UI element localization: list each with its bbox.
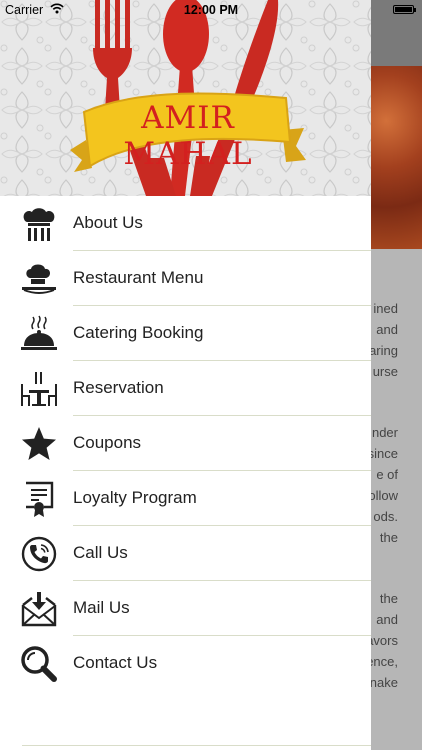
text-line: ods.	[373, 509, 398, 524]
background-text: ined and aring urse nder since e of ollo…	[371, 298, 398, 693]
text-line: avors	[371, 633, 398, 648]
text-line: the	[379, 530, 398, 545]
search-icon	[20, 645, 58, 683]
status-bar: Carrier 12:00 PM	[0, 0, 422, 20]
text-line: since	[371, 446, 398, 461]
phone-icon	[20, 535, 58, 573]
battery-icon	[393, 5, 416, 14]
menu-item-label: Coupons	[73, 433, 142, 452]
text-line: the	[379, 591, 398, 606]
menu-item-call-us[interactable]: Call Us	[0, 526, 371, 581]
text-line: and	[376, 322, 398, 337]
chef-hat-icon	[20, 260, 58, 298]
menu-item-loyalty-program[interactable]: Loyalty Program	[0, 471, 371, 526]
menu-item-catering-booking[interactable]: Catering Booking	[0, 306, 371, 361]
menu-item-label: Mail Us	[73, 598, 130, 617]
text-line: ined	[373, 301, 398, 316]
side-drawer: AMIR MAHAL About Us Restaurant Menu Cate…	[0, 0, 371, 750]
background-page[interactable]: ined and aring urse nder since e of ollo…	[371, 0, 422, 750]
restaurant-logo: AMIR MAHAL	[123, 100, 253, 172]
menu-item-about-us[interactable]: About Us	[0, 196, 371, 251]
menu-item-contact-us[interactable]: Contact Us	[0, 636, 371, 691]
menu-item-label: Reservation	[73, 378, 164, 397]
star-icon	[20, 425, 58, 463]
menu-item-label: Call Us	[73, 543, 128, 562]
drawer-menu: About Us Restaurant Menu Catering Bookin…	[0, 196, 371, 691]
text-line: nder	[371, 425, 398, 440]
mail-icon	[20, 590, 58, 628]
text-line: aring	[371, 343, 398, 358]
drawer-bottom-divider	[22, 745, 371, 746]
menu-item-label: About Us	[73, 213, 143, 232]
text-line: nake	[371, 675, 398, 690]
text-line: e of	[376, 467, 398, 482]
menu-item-coupons[interactable]: Coupons	[0, 416, 371, 471]
text-line: and	[376, 612, 398, 627]
food-photo	[371, 66, 422, 249]
menu-item-label: Restaurant Menu	[73, 268, 204, 287]
menu-item-label: Catering Booking	[73, 323, 204, 342]
status-time: 12:00 PM	[183, 3, 239, 17]
menu-item-mail-us[interactable]: Mail Us	[0, 581, 371, 636]
cloche-icon	[20, 315, 58, 353]
text-line: ollow	[371, 488, 398, 503]
chef-team-icon	[20, 205, 58, 243]
menu-item-restaurant-menu[interactable]: Restaurant Menu	[0, 251, 371, 306]
text-line: urse	[372, 364, 398, 379]
menu-item-label: Loyalty Program	[73, 488, 197, 507]
restaurant-banner: AMIR MAHAL	[0, 0, 371, 196]
text-line: ence,	[371, 654, 398, 669]
menu-item-reservation[interactable]: Reservation	[0, 361, 371, 416]
dining-table-icon	[20, 370, 58, 408]
certificate-icon	[20, 480, 58, 518]
menu-item-label: Contact Us	[73, 653, 158, 672]
